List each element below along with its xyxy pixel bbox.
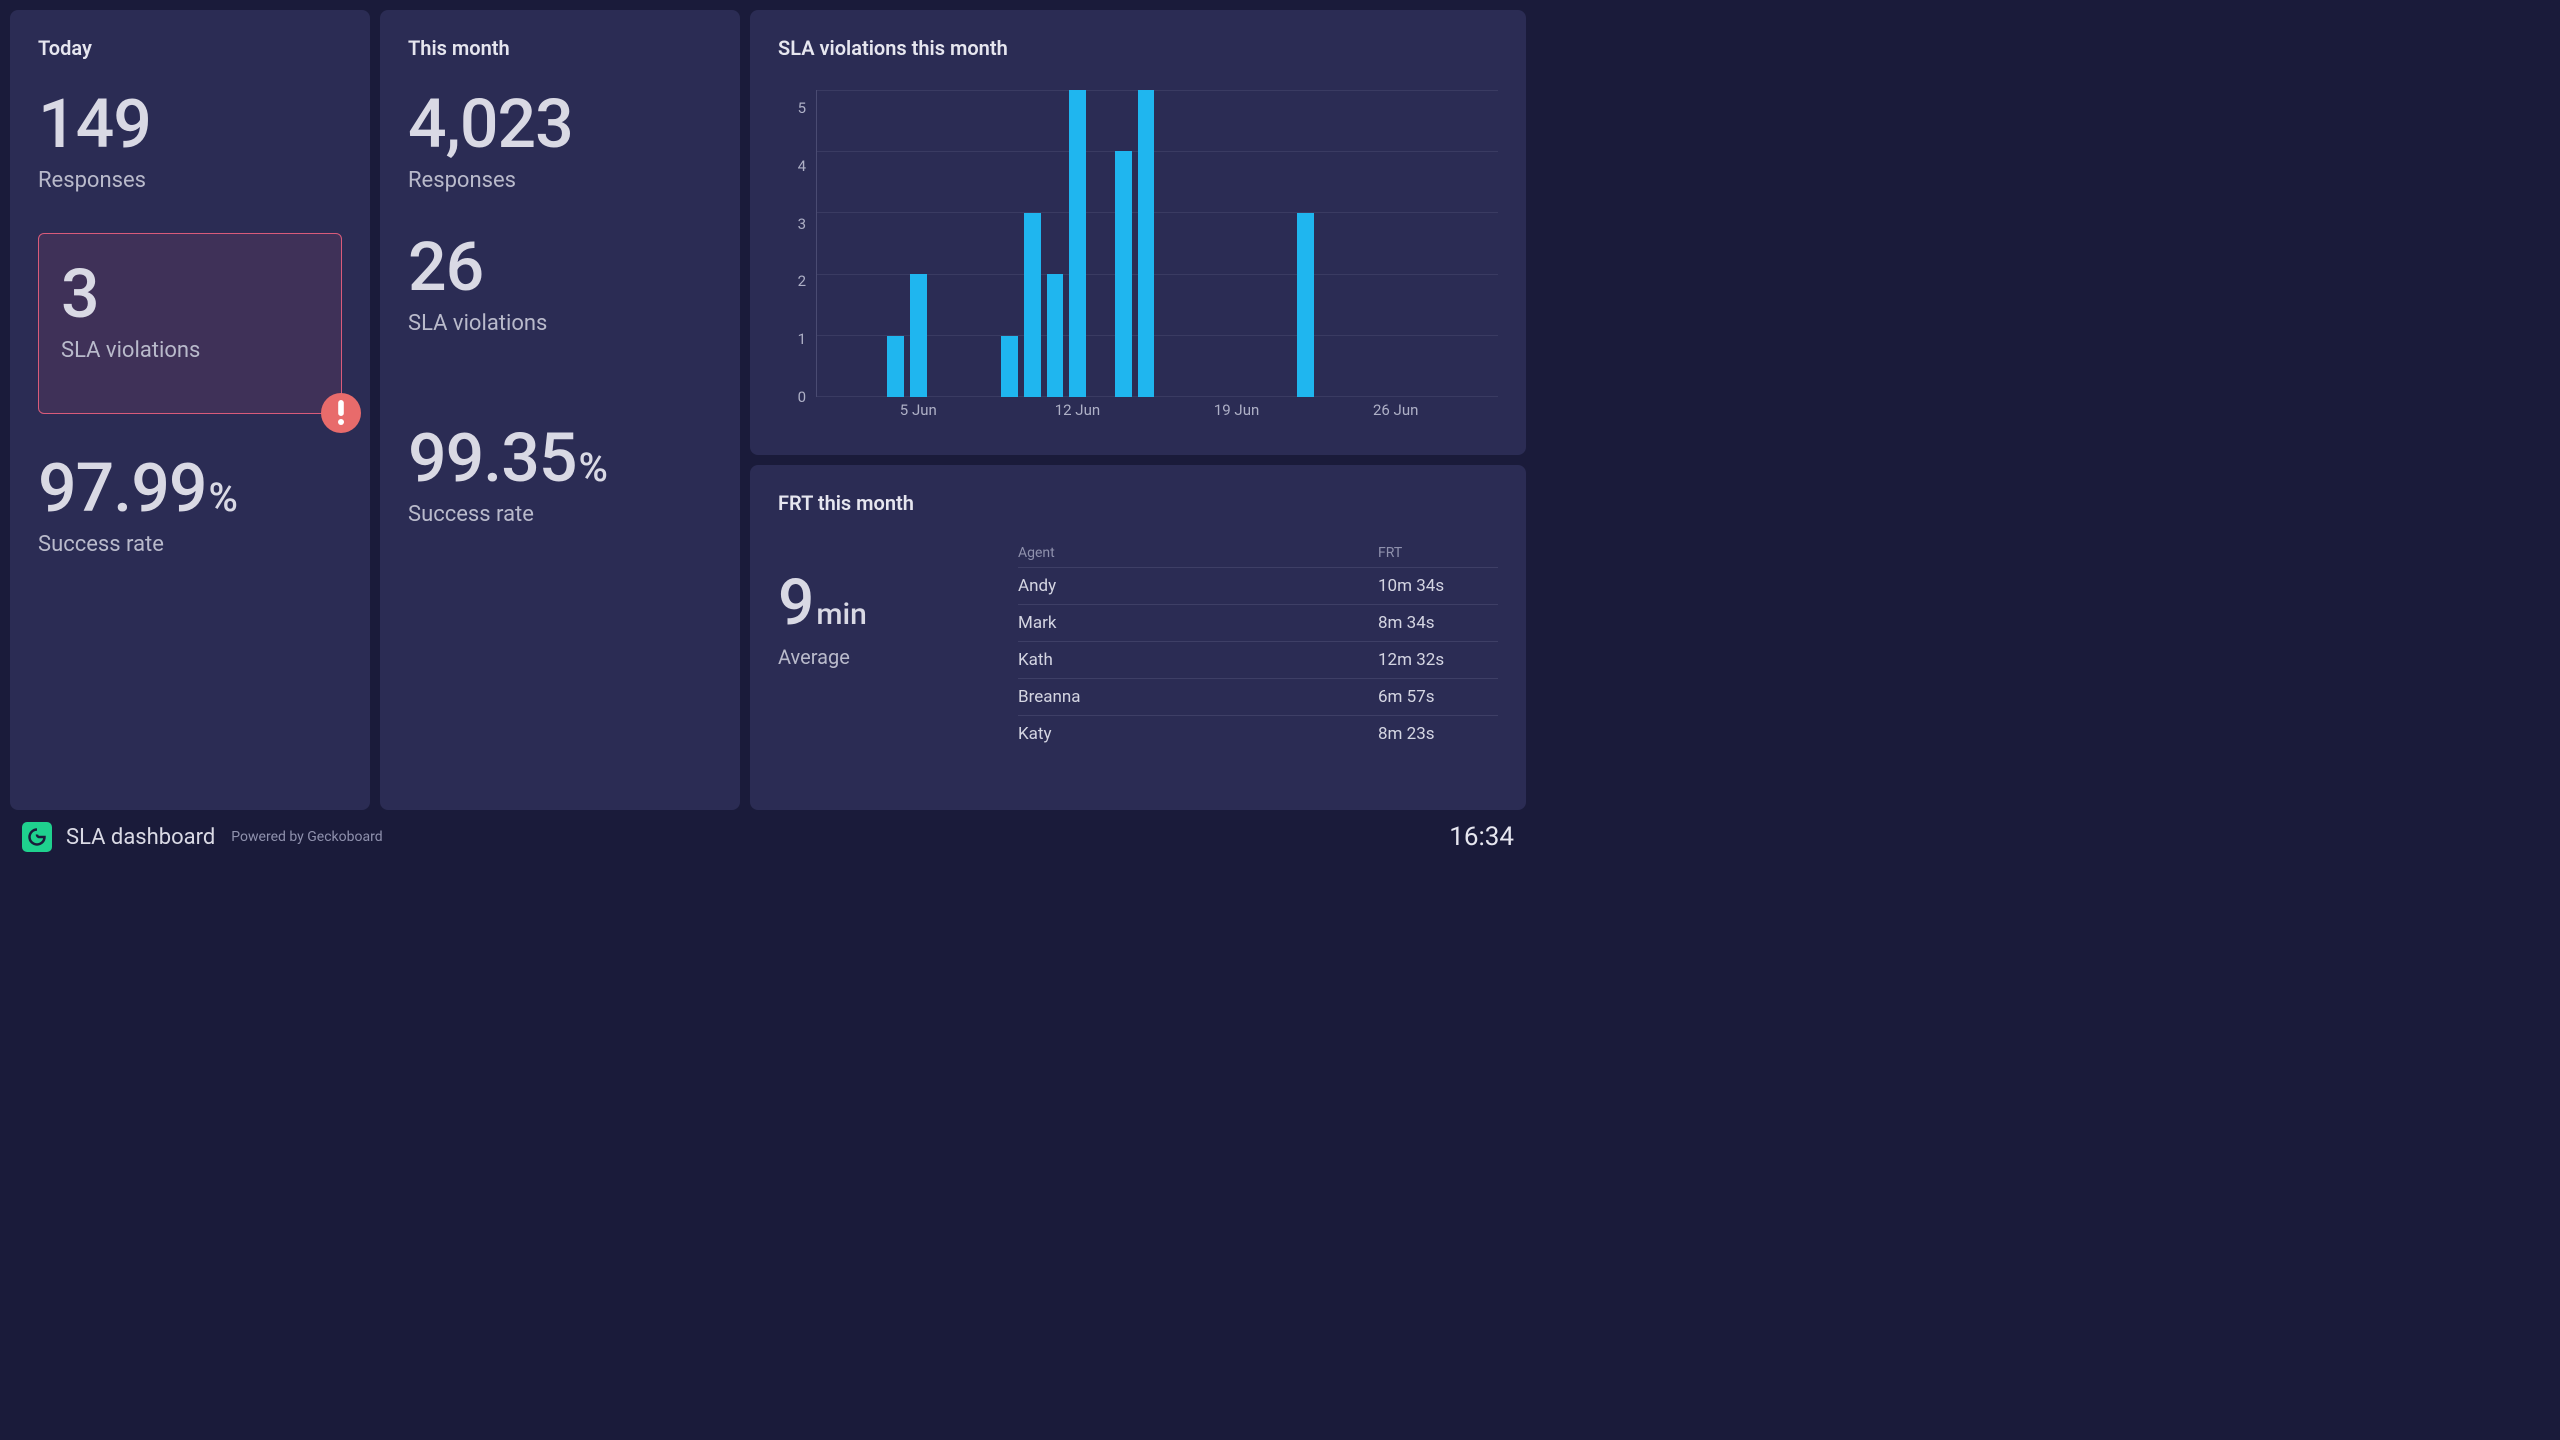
chart-bar (1024, 213, 1041, 397)
frt-table: Agent FRT Andy10m 34sMark8m 34sKath12m 3… (1018, 545, 1498, 752)
month-success-value: 99.35% (408, 424, 712, 492)
chart-bar (1001, 336, 1018, 397)
violations-chart-title: SLA violations this month (778, 36, 1498, 60)
table-row: Mark8m 34s (1018, 604, 1498, 641)
table-row: Kath12m 32s (1018, 641, 1498, 678)
chart-bar (887, 336, 904, 397)
clock: 16:34 (1449, 822, 1514, 852)
geckoboard-logo-icon (22, 822, 52, 852)
today-card: Today 149 Responses 3 SLA violations 97.… (10, 10, 370, 810)
today-sla-alert: 3 SLA violations (38, 233, 342, 414)
month-responses-label: Responses (408, 168, 712, 193)
chart-bar (910, 274, 927, 397)
frt-card: FRT this month 9min Average Agent FRT An… (750, 465, 1526, 810)
month-sla-value: 26 (408, 233, 712, 301)
month-card: This month 4,023 Responses 26 SLA violat… (380, 10, 740, 810)
today-responses-value: 149 (38, 90, 342, 158)
today-sla-label: SLA violations (61, 338, 319, 363)
today-responses-label: Responses (38, 168, 342, 193)
frt-title: FRT this month (778, 491, 1498, 515)
table-row: Breanna6m 57s (1018, 678, 1498, 715)
month-sla: 26 SLA violations (408, 233, 712, 336)
chart-bar (1069, 90, 1086, 397)
alert-icon (321, 393, 361, 433)
month-success: 99.35% Success rate (408, 424, 712, 527)
month-sla-label: SLA violations (408, 311, 712, 336)
month-success-label: Success rate (408, 502, 712, 527)
table-row: Andy10m 34s (1018, 567, 1498, 604)
today-success-value: 97.99% (38, 454, 342, 522)
violations-chart-card: SLA violations this month 012345 5 Jun12… (750, 10, 1526, 455)
month-title: This month (408, 36, 712, 60)
powered-by: Powered by Geckoboard (231, 829, 382, 845)
frt-average: 9min Average (778, 545, 978, 669)
frt-average-label: Average (778, 645, 978, 669)
table-row: Katy8m 23s (1018, 715, 1498, 752)
today-title: Today (38, 36, 342, 60)
today-success: 97.99% Success rate (38, 454, 342, 557)
frt-col-frt: FRT (1378, 545, 1498, 561)
chart-bar (1115, 151, 1132, 397)
dashboard-title: SLA dashboard (66, 825, 215, 850)
frt-col-agent: Agent (1018, 545, 1378, 561)
chart-bar (1138, 90, 1155, 397)
today-responses: 149 Responses (38, 90, 342, 193)
today-sla-value: 3 (61, 260, 319, 328)
violations-chart: 012345 5 Jun12 Jun19 Jun26 Jun (778, 90, 1498, 423)
today-success-label: Success rate (38, 532, 342, 557)
chart-bar (1047, 274, 1064, 397)
chart-bar (1297, 213, 1314, 397)
month-responses-value: 4,023 (408, 90, 712, 158)
footer: SLA dashboard Powered by Geckoboard 16:3… (0, 810, 1536, 864)
month-responses: 4,023 Responses (408, 90, 712, 193)
